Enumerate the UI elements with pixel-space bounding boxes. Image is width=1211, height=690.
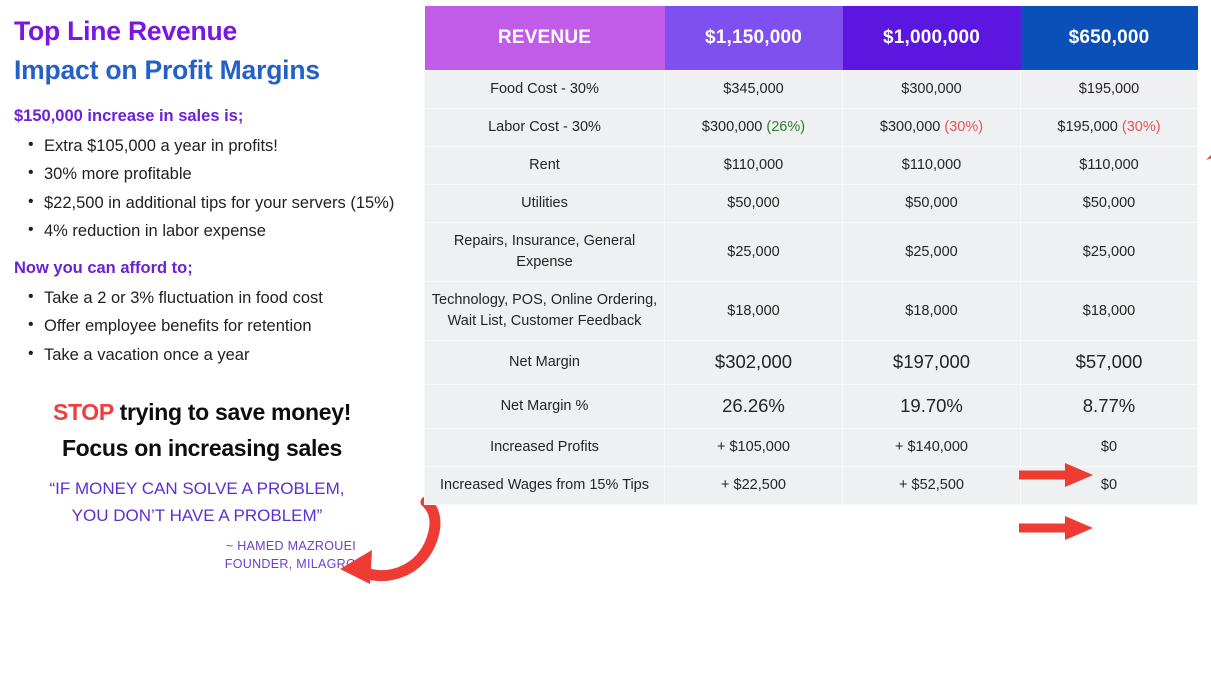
cell-labor-cost-col3: $195,000 (30%) xyxy=(1020,108,1198,148)
cell-net-margin-pct-col3: 8.77% xyxy=(1020,383,1198,429)
cell-net-margin-pct-col1: 26.26% xyxy=(664,383,843,429)
infographic-page: Top Line Revenue Impact on Profit Margin… xyxy=(0,0,1211,690)
list-item: Offer employee benefits for retention xyxy=(14,311,404,340)
left-content-panel: Top Line Revenue Impact on Profit Margin… xyxy=(0,0,441,690)
cell-rent-col3: $110,000 xyxy=(1020,146,1198,186)
cell-net-margin-pct-col2: 19.70% xyxy=(842,383,1021,429)
table-row: Net Margin % 26.26% 19.70% 8.77% xyxy=(424,383,1198,429)
cta-stop-word: STOP xyxy=(52,398,114,425)
quote-line-1: “IF MONEY CAN SOLVE A PROBLEM, xyxy=(49,479,345,499)
cell-net-margin-col1: $302,000 xyxy=(664,340,843,385)
cta-line-1: STOP trying to save money! xyxy=(14,395,390,431)
cell-utilities-col2: $50,000 xyxy=(842,184,1021,224)
bullet-list-afford-to: Take a 2 or 3% fluctuation in food cost … xyxy=(14,283,404,369)
cell-increased-wages-col1: + $22,500 xyxy=(664,465,843,505)
row-label-technology: Technology, POS, Online Ordering, Wait L… xyxy=(424,281,665,342)
cell-food-cost-col3: $195,000 xyxy=(1020,69,1198,110)
row-label-repairs-insurance: Repairs, Insurance, General Expense xyxy=(424,222,665,283)
column-header-revenue: REVENUE xyxy=(424,6,665,71)
row-label-increased-profits: Increased Profits xyxy=(424,427,665,467)
page-title-line2: Impact on Profit Margins xyxy=(14,55,320,86)
cell-labor-cost-col1: $300,000 (26%) xyxy=(664,108,843,148)
cell-utilities-col1: $50,000 xyxy=(664,184,843,224)
table-row: Food Cost - 30% $345,000 $300,000 $195,0… xyxy=(424,69,1198,110)
section-heading-sales-increase: $150,000 increase in sales is; xyxy=(14,107,244,126)
list-item: Take a 2 or 3% fluctuation in food cost xyxy=(14,283,404,312)
cell-food-cost-col2: $300,000 xyxy=(842,69,1021,110)
row-label-labor-cost: Labor Cost - 30% xyxy=(424,108,665,148)
table-row: Increased Wages from 15% Tips + $22,500 … xyxy=(424,465,1198,505)
table-row: Labor Cost - 30% $300,000 (26%) $300,000… xyxy=(424,108,1198,148)
row-label-food-cost: Food Cost - 30% xyxy=(424,69,665,110)
cta-line-2: Focus on increasing sales xyxy=(61,434,343,461)
column-header-revenue-650000: $650,000 xyxy=(1020,6,1198,71)
cell-net-margin-col3: $57,000 xyxy=(1020,340,1198,385)
arrow-diagonal-down-left-icon xyxy=(1206,155,1211,160)
cell-rent-col2: $110,000 xyxy=(842,146,1021,186)
cell-repairs-col1: $25,000 xyxy=(664,222,843,283)
cell-repairs-col2: $25,000 xyxy=(842,222,1021,283)
cell-rent-col1: $110,000 xyxy=(664,146,843,186)
column-header-revenue-1150000: $1,150,000 xyxy=(664,6,843,71)
cell-increased-wages-col2: + $52,500 xyxy=(842,465,1021,505)
cell-utilities-col3: $50,000 xyxy=(1020,184,1198,224)
cell-labor-cost-col2: $300,000 (30%) xyxy=(842,108,1021,148)
list-item: 30% more profitable xyxy=(14,159,404,188)
cell-percent: (30%) xyxy=(944,119,984,136)
table-row: Technology, POS, Online Ordering, Wait L… xyxy=(424,281,1198,342)
cell-repairs-col3: $25,000 xyxy=(1020,222,1198,283)
cell-increased-profits-col3: $0 xyxy=(1020,427,1198,467)
quote-line-2: YOU DON’T HAVE A PROBLEM” xyxy=(71,505,323,525)
cell-percent: (26%) xyxy=(766,119,806,136)
page-title: Top Line Revenue Impact on Profit Margin… xyxy=(14,12,404,90)
cell-value: $195,000 xyxy=(1057,119,1122,136)
table-row: Net Margin $302,000 $197,000 $57,000 xyxy=(424,340,1198,385)
cell-technology-col1: $18,000 xyxy=(664,281,843,342)
section-heading-afford-to: Now you can afford to; xyxy=(14,259,193,278)
table-row: Repairs, Insurance, General Expense $25,… xyxy=(424,222,1198,283)
list-item: Extra $105,000 a year in profits! xyxy=(14,131,404,160)
cell-value: $300,000 xyxy=(701,119,767,136)
revenue-comparison-table: REVENUE $1,150,000 $1,000,000 $650,000 F… xyxy=(424,6,1198,505)
quote-block: “IF MONEY CAN SOLVE A PROBLEM, YOU DON’T… xyxy=(14,476,404,529)
list-item: $22,500 in additional tips for your serv… xyxy=(14,188,404,217)
table-row: Utilities $50,000 $50,000 $50,000 xyxy=(424,184,1198,224)
cell-increased-profits-col1: + $105,000 xyxy=(664,427,843,467)
cell-food-cost-col1: $345,000 xyxy=(664,69,843,110)
page-title-line1: Top Line Revenue xyxy=(14,16,238,46)
cell-percent: (30%) xyxy=(1121,119,1161,136)
column-header-revenue-1000000: $1,000,000 xyxy=(842,6,1021,71)
list-item: 4% reduction in labor expense xyxy=(14,216,404,245)
cta-line-1-rest: trying to save money! xyxy=(113,398,352,425)
quote-attribution: ~ HAMED MAZROUEI FOUNDER, MILAGRO xyxy=(14,537,404,573)
row-label-net-margin-pct: Net Margin % xyxy=(424,383,665,429)
bullet-list-sales-increase: Extra $105,000 a year in profits! 30% mo… xyxy=(14,131,404,246)
attribution-name: ~ HAMED MAZROUEI xyxy=(225,538,356,553)
row-label-utilities: Utilities xyxy=(424,184,665,224)
call-to-action: STOP trying to save money! Focus on incr… xyxy=(14,395,404,466)
revenue-table-panel: REVENUE $1,150,000 $1,000,000 $650,000 F… xyxy=(420,0,1211,690)
arrow-right-icon xyxy=(1019,516,1093,540)
attribution-role: FOUNDER, MILAGRO xyxy=(224,557,356,572)
row-label-increased-wages: Increased Wages from 15% Tips xyxy=(424,465,665,505)
cell-value: $300,000 xyxy=(879,119,945,136)
table-header-row: REVENUE $1,150,000 $1,000,000 $650,000 xyxy=(424,6,1198,71)
cell-technology-col2: $18,000 xyxy=(842,281,1021,342)
cell-net-margin-col2: $197,000 xyxy=(842,340,1021,385)
row-label-net-margin: Net Margin xyxy=(424,340,665,385)
cell-increased-wages-col3: $0 xyxy=(1020,465,1198,505)
cell-technology-col3: $18,000 xyxy=(1020,281,1198,342)
table-row: Rent $110,000 $110,000 $110,000 xyxy=(424,146,1198,186)
list-item: Take a vacation once a year xyxy=(14,340,404,369)
table-row: Increased Profits + $105,000 + $140,000 … xyxy=(424,427,1198,467)
cell-increased-profits-col2: + $140,000 xyxy=(842,427,1021,467)
row-label-rent: Rent xyxy=(424,146,665,186)
